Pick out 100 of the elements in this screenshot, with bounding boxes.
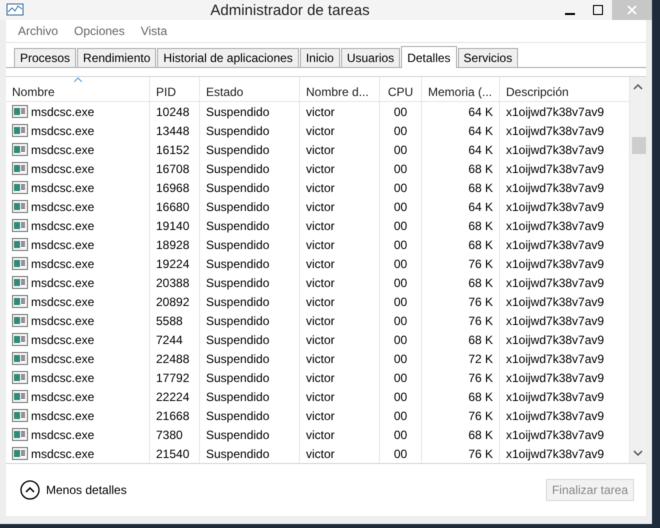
table-cell-text: msdcsc.exe xyxy=(31,162,96,178)
app-window-icon xyxy=(12,200,28,213)
app-window-icon xyxy=(12,257,28,270)
table-cell-text: x1oijwd7k38v7av9 xyxy=(506,314,606,330)
table-cell-text: victor xyxy=(306,219,336,235)
column-header[interactable]: CPU xyxy=(380,77,422,101)
table-cell-text: 76 K xyxy=(467,314,493,330)
table-cell-text: msdcsc.exe xyxy=(31,124,96,140)
table-cell-text: victor xyxy=(306,257,336,273)
column-header[interactable]: Memoria (... xyxy=(422,77,500,101)
table-cell-text: victor xyxy=(306,295,336,311)
table-cell-text: Suspendido xyxy=(206,390,270,406)
table-cell-text: victor xyxy=(306,333,336,349)
table-cell-text: Suspendido xyxy=(206,447,270,463)
app-window-icon xyxy=(12,352,28,365)
table-cell-text: 00 xyxy=(392,428,408,444)
menu-item[interactable]: Opciones xyxy=(74,24,125,38)
tab[interactable]: Procesos xyxy=(14,48,76,67)
table-cell-text: x1oijwd7k38v7av9 xyxy=(506,390,606,406)
table-cell-text: 68 K xyxy=(467,162,493,178)
column-header[interactable]: Nombre d... xyxy=(300,77,380,101)
app-window-icon xyxy=(12,162,28,175)
tab[interactable]: Usuarios xyxy=(340,48,400,67)
table-cell-text: 00 xyxy=(392,257,408,273)
table-cell-text: victor xyxy=(306,238,336,254)
table-cell-text: 00 xyxy=(392,447,408,463)
table-cell-text: Suspendido xyxy=(206,143,270,159)
table-cell-text: 16968 xyxy=(156,181,190,197)
table-cell-text: 76 K xyxy=(467,295,493,311)
table-cell-text: victor xyxy=(306,428,336,444)
table-cell-text: 22224 xyxy=(156,390,190,406)
maximize-icon xyxy=(593,5,603,15)
scroll-down-icon[interactable] xyxy=(633,449,643,457)
table-cell-text: 16708 xyxy=(156,162,190,178)
table-cell-text: msdcsc.exe xyxy=(31,447,96,463)
table-cell-text: victor xyxy=(306,162,336,178)
scrollbar-thumb[interactable] xyxy=(632,137,646,154)
table-cell-text: victor xyxy=(306,105,336,121)
column-header[interactable]: Estado xyxy=(200,77,300,101)
app-window-icon xyxy=(12,105,28,118)
table-cell-text: victor xyxy=(306,409,336,425)
table-cell-text: 00 xyxy=(392,295,408,311)
table-cell-text: 00 xyxy=(392,238,408,254)
table-cell-text: 00 xyxy=(392,314,408,330)
table-cell-text: 00 xyxy=(392,409,408,425)
tab[interactable]: Rendimiento xyxy=(77,48,156,67)
app-icon xyxy=(6,3,24,17)
table-cell-text: msdcsc.exe xyxy=(31,333,96,349)
table-cell-text: x1oijwd7k38v7av9 xyxy=(506,257,606,273)
table-cell-text: victor xyxy=(306,276,336,292)
table-cell-text: 72 K xyxy=(467,352,493,368)
table-cell-text: msdcsc.exe xyxy=(31,219,96,235)
table-cell-text: x1oijwd7k38v7av9 xyxy=(506,238,606,254)
table-cell-text: x1oijwd7k38v7av9 xyxy=(506,124,606,140)
table-cell-text: x1oijwd7k38v7av9 xyxy=(506,181,606,197)
table-cell-text: 00 xyxy=(392,143,408,159)
table-cell-text: 10248 xyxy=(156,105,190,121)
table-cell-text: victor xyxy=(306,314,336,330)
column-header[interactable]: Nombre xyxy=(6,77,150,101)
table-cell-text: 00 xyxy=(392,352,408,368)
fewer-details-button[interactable]: Menos detalles xyxy=(20,480,127,500)
column-header[interactable]: PID xyxy=(150,77,200,101)
table-cell-text: Suspendido xyxy=(206,257,270,273)
table-cell-text: 7380 xyxy=(156,428,184,444)
table-cell-text: 13448 xyxy=(156,124,190,140)
table-cell-text: 64 K xyxy=(467,124,493,140)
app-window-icon xyxy=(12,181,28,194)
tab[interactable]: Inicio xyxy=(300,48,340,67)
app-window-icon xyxy=(12,447,28,460)
table-cell-text: msdcsc.exe xyxy=(31,200,96,216)
table-cell-text: x1oijwd7k38v7av9 xyxy=(506,371,606,387)
table-cell-text: x1oijwd7k38v7av9 xyxy=(506,200,606,216)
tab[interactable]: Historial de aplicaciones xyxy=(157,48,299,67)
app-window-icon xyxy=(12,143,28,156)
table-cell-text: 00 xyxy=(392,333,408,349)
app-window-icon xyxy=(12,428,28,441)
table-cell-text: Suspendido xyxy=(206,371,270,387)
window-title: Administrador de tareas xyxy=(209,2,371,18)
table-cell-text: x1oijwd7k38v7av9 xyxy=(506,219,606,235)
menu-item[interactable]: Vista xyxy=(140,24,168,38)
collapse-icon xyxy=(20,480,40,500)
menu-item[interactable]: Archivo xyxy=(18,24,58,38)
table-cell-text: x1oijwd7k38v7av9 xyxy=(506,352,606,368)
table-cell-text: 64 K xyxy=(467,200,493,216)
scroll-up-icon[interactable] xyxy=(633,83,643,91)
table-cell-text: 16680 xyxy=(156,200,190,216)
table-cell-text: victor xyxy=(306,143,336,159)
table-cell-text: victor xyxy=(306,352,336,368)
table-cell-text: 68 K xyxy=(467,238,493,254)
app-window-icon xyxy=(12,219,28,232)
table-cell-text: 00 xyxy=(392,276,408,292)
table-cell-text: 76 K xyxy=(467,409,493,425)
tab[interactable]: Servicios xyxy=(458,48,518,67)
table-cell-text: 68 K xyxy=(467,428,493,444)
app-window-icon xyxy=(12,371,28,384)
table-cell-text: Suspendido xyxy=(206,200,270,216)
table-cell-text: x1oijwd7k38v7av9 xyxy=(506,333,606,349)
table-cell-text: Suspendido xyxy=(206,238,270,254)
tab[interactable]: Detalles xyxy=(401,46,457,68)
table-cell-text: 00 xyxy=(392,105,408,121)
